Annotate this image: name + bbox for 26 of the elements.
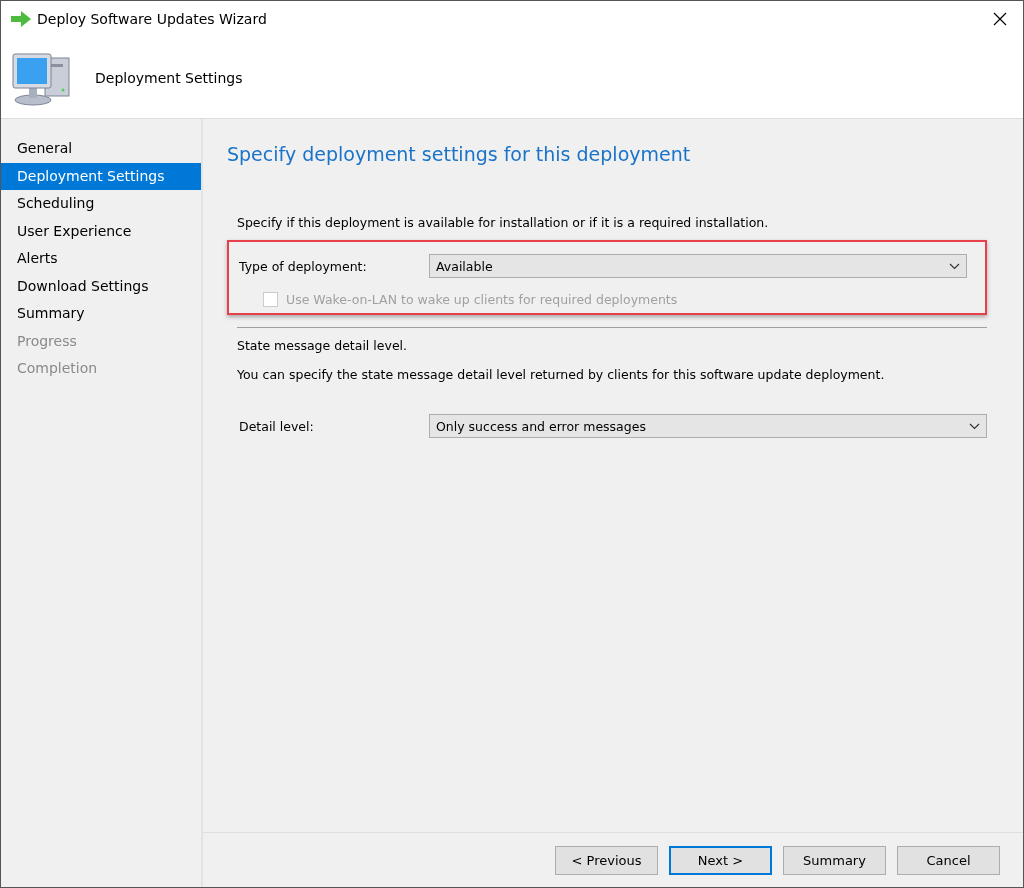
arrow-right-icon <box>11 11 31 27</box>
wizard-button[interactable]: Next > <box>669 845 772 875</box>
intro-text: Specify if this deployment is available for installation or if it is a required installation. <box>237 215 770 230</box>
nav-item[interactable]: User Experience <box>1 217 201 245</box>
chevron-down-icon <box>969 422 980 430</box>
close-icon <box>993 12 1007 26</box>
nav-item[interactable]: Summary <box>1 300 201 328</box>
nav-item[interactable]: Alerts <box>1 245 201 273</box>
wizard-button[interactable]: < Previous <box>555 845 658 875</box>
field-label: Detail level: <box>239 418 315 434</box>
nav-item[interactable]: Download Settings <box>1 272 201 300</box>
page-title: Deployment Settings <box>95 69 243 86</box>
window-title: Deploy Software Updates Wizard <box>37 11 268 27</box>
wizard-button[interactable]: Cancel <box>897 845 1000 875</box>
checkbox-label: Use Wake-on-LAN to wake up clients for required deployments <box>286 292 678 307</box>
wizard-button[interactable]: Summary <box>783 845 886 875</box>
section-heading: Specify deployment settings for this deployment <box>227 143 692 165</box>
deployment-type-dropdown[interactable]: Available <box>429 254 967 278</box>
nav-item[interactable]: Deployment Settings <box>1 162 201 190</box>
chevron-down-icon <box>949 262 960 270</box>
nav-item[interactable]: Scheduling <box>1 190 201 218</box>
detail-level-dropdown[interactable]: Only success and error messages <box>429 414 987 438</box>
nav-item[interactable]: General <box>1 135 201 163</box>
description-text: You can specify the state message detail level returned by clients for this software update deployment. <box>237 367 886 382</box>
field-label: Type of deployment: <box>239 258 368 274</box>
section-label: State message detail level. <box>237 338 408 353</box>
